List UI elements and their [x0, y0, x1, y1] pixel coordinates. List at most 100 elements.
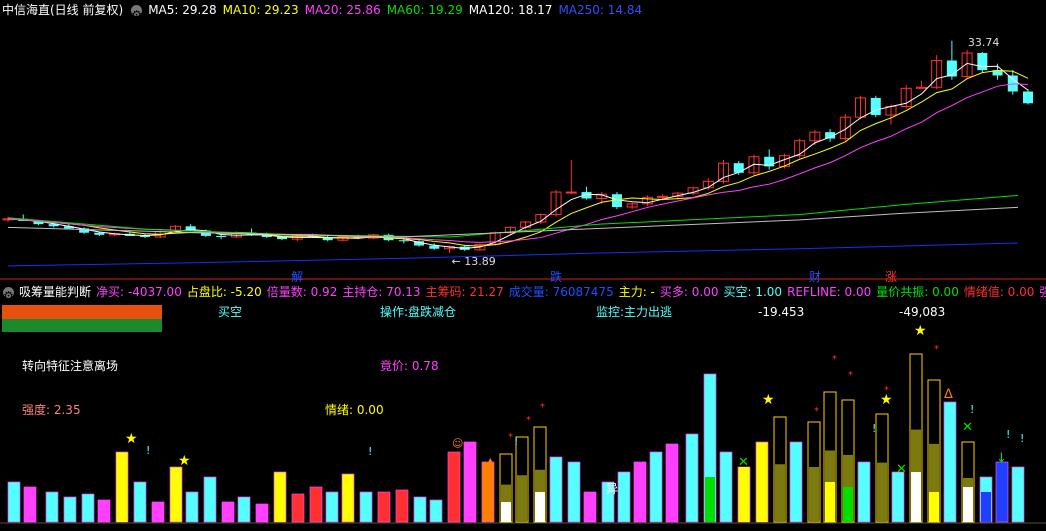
volume-bar: [633, 461, 647, 523]
asterisk-icon: *: [508, 432, 513, 443]
volume-bar-inner: [911, 472, 921, 522]
asterisk-icon: *: [884, 385, 889, 396]
volume-bar: [719, 451, 733, 523]
orange-strength-bar: [2, 305, 162, 319]
volume-bar: [63, 496, 77, 523]
volume-bar: [309, 486, 323, 523]
ma5-line: [7, 62, 1029, 249]
chart-marker: 涨: [885, 269, 897, 284]
volume-bar-inner: [843, 487, 853, 522]
candle-body: [216, 235, 227, 237]
value-label-2: -49,083: [899, 305, 945, 319]
volume-bar: [857, 461, 871, 523]
volume-bar: [567, 461, 581, 523]
volume-bar: [685, 433, 699, 523]
volume-bar: [359, 491, 373, 523]
volume-bar: [395, 489, 409, 523]
asterisk-icon: *: [540, 402, 545, 413]
exclamation-icon: !: [146, 444, 150, 457]
volume-bar-inner: [275, 500, 285, 522]
volume-bar: [891, 471, 905, 523]
candle-body: [1023, 91, 1033, 104]
volume-bar: [151, 501, 165, 523]
asterisk-icon: *: [526, 415, 531, 426]
volume-bar: [413, 496, 427, 523]
volume-bar-inner: [501, 502, 511, 522]
green-strength-bar: [2, 319, 162, 332]
ma10-line: [7, 69, 1029, 247]
volume-bar: [7, 481, 21, 523]
exclamation-icon: !: [1006, 428, 1010, 441]
cross-icon: ✕: [738, 455, 749, 470]
jingjia-label: 竟价: 0.78: [380, 359, 439, 373]
volume-bar: [943, 401, 957, 523]
volume-bar: [775, 464, 785, 522]
candle-body: [870, 97, 881, 116]
volume-bar: [995, 461, 1009, 523]
ma60-line: [7, 194, 1019, 238]
triangle-icon: ▲: [486, 455, 495, 468]
candle-body: [977, 53, 988, 71]
chart-marker: 解: [291, 270, 303, 284]
volume-bar: [447, 451, 461, 523]
volume-bar: [255, 503, 269, 523]
volume-bar-inner: [981, 492, 991, 522]
volume-bar: [45, 491, 59, 523]
volume-bar: [809, 467, 819, 522]
asterisk-icon: *: [934, 344, 939, 355]
exclamation-icon: !: [368, 445, 372, 458]
down-arrow-icon: ↓: [996, 451, 1007, 466]
caozuo-label: 操作:盘跌减仓: [380, 304, 456, 319]
smile-icon: ☺: [452, 437, 463, 450]
volume-bar: [325, 491, 339, 523]
volume-bar: [237, 496, 251, 523]
jiankong-label: 监控:主力出逃: [596, 305, 672, 319]
volume-bar-inner: [757, 460, 767, 522]
volume-bar-inner: [739, 467, 749, 522]
asterisk-icon: *: [814, 406, 819, 417]
chart-marker: 跌: [550, 269, 562, 284]
value-label-1: -19.453: [758, 305, 804, 319]
volume-bar: [81, 493, 95, 523]
volume-bar-inner: [963, 487, 973, 522]
volume-bar: [617, 471, 631, 523]
stock-chart[interactable]: 33.74 ← 13.89 解 跌 财 涨 买空 操作:盘跌减仓 监控:主力出逃 -19.453…: [0, 0, 1046, 531]
maikong-label: 买空: [218, 305, 242, 319]
price-high-label: 33.74: [968, 36, 1000, 49]
runner-icon: ᐃ: [944, 387, 953, 402]
exclamation-icon: !: [514, 435, 518, 448]
volume-bar: [221, 501, 235, 523]
volume-bar: [97, 499, 111, 523]
exclamation-icon: !: [1020, 432, 1024, 445]
volume-bar: [23, 486, 37, 523]
qiangdu-label: 强度: 2.35: [22, 402, 81, 417]
yi-label: 异: [606, 482, 618, 496]
star-icon: ★: [914, 323, 927, 339]
volume-bar: [341, 473, 355, 523]
candle-body: [915, 86, 927, 89]
volume-bar: [185, 491, 199, 523]
candle-body: [733, 163, 744, 173]
volume-bar: [169, 466, 183, 523]
asterisk-icon: *: [832, 354, 837, 365]
volume-bar: [203, 476, 217, 523]
volume-bar-inner: [929, 492, 939, 522]
volume-bar-inner: [535, 492, 545, 522]
volume-bar: [377, 491, 391, 523]
asterisk-icon: *: [848, 370, 853, 381]
volume-bar: [649, 451, 663, 523]
volume-bar: [877, 462, 887, 522]
star-icon: ★: [125, 431, 138, 447]
zhuanxiang-label: 转向特征注意离场: [22, 358, 118, 373]
volume-bar-inner: [117, 487, 127, 522]
volume-bar-inner: [825, 482, 835, 522]
star-icon: ★: [762, 392, 775, 408]
volume-bar: [133, 481, 147, 523]
volume-bar: [517, 475, 527, 522]
candle-body: [398, 240, 409, 242]
candle-body: [94, 232, 105, 235]
ma250-line: [7, 242, 1019, 267]
ma120-line: [7, 206, 1019, 238]
cross-icon: ✕: [962, 420, 973, 435]
price-low-label: ← 13.89: [451, 255, 495, 268]
